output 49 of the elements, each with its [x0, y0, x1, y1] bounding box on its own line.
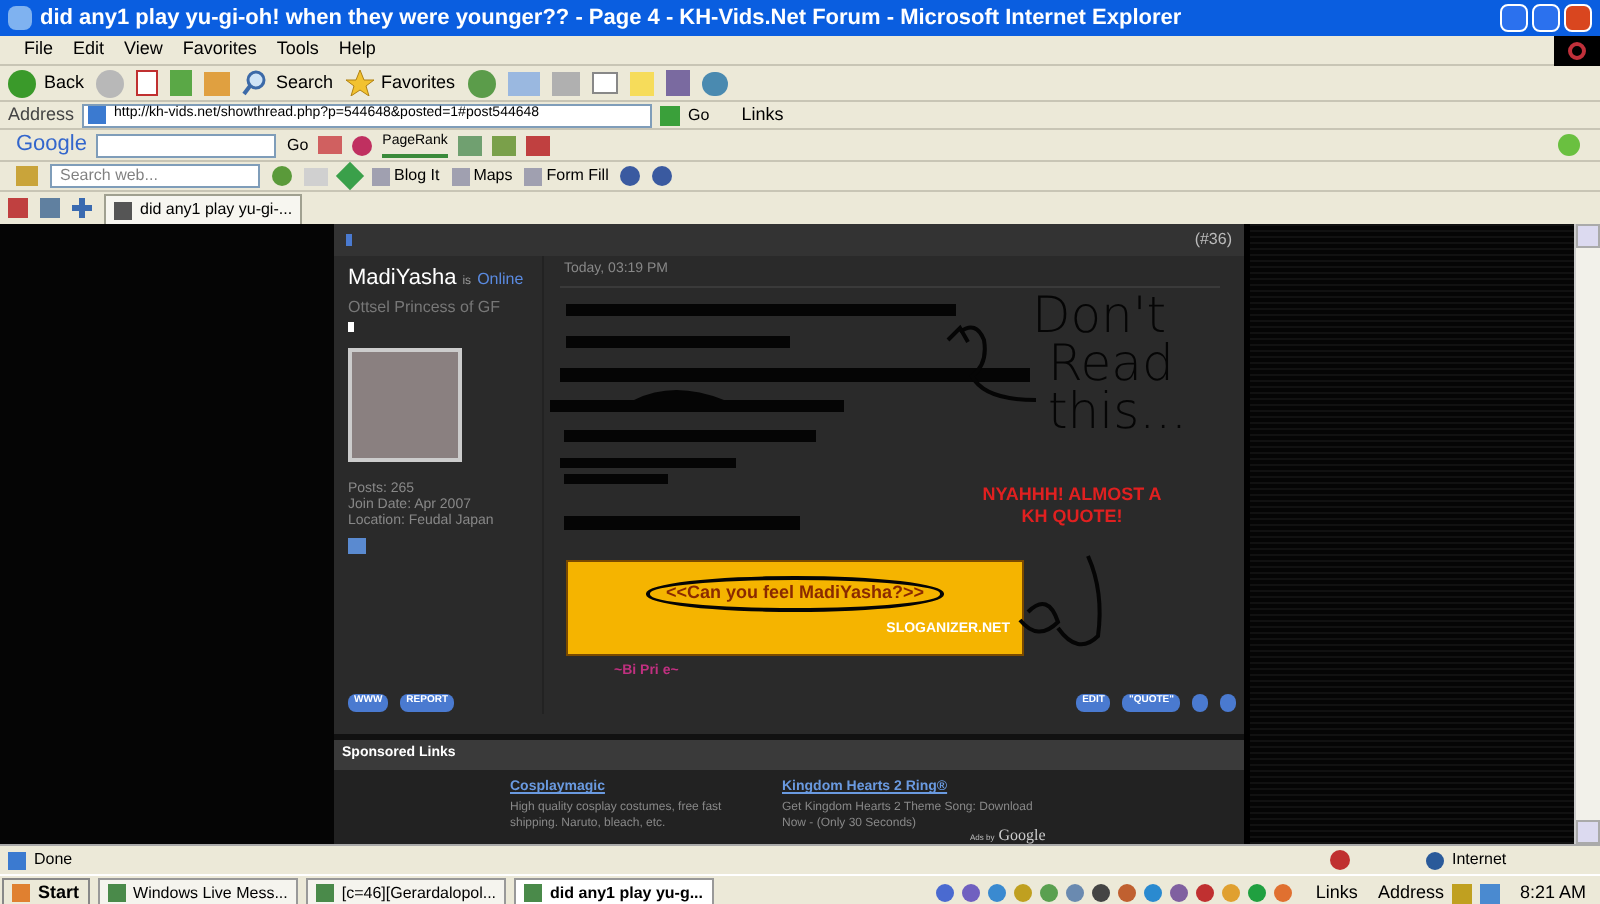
scroll-up-button[interactable] [1576, 224, 1600, 248]
security-zone: Internet [1452, 848, 1509, 872]
status-text: Done [34, 848, 73, 872]
new-tab-plus-icon[interactable] [72, 198, 92, 218]
throbber-logo [1554, 36, 1600, 66]
google-logo: Google [16, 130, 87, 161]
links-toolbar-label[interactable]: Links [1315, 879, 1358, 904]
scrollbar[interactable] [1574, 224, 1600, 844]
browser-tab[interactable]: did any1 play yu-gi-... [104, 194, 303, 224]
menu-item[interactable]: View [124, 36, 163, 64]
google-label: Google [998, 824, 1046, 848]
online-status: Online [477, 268, 524, 292]
clock: 8:21 AM [1517, 879, 1588, 904]
menu-item[interactable]: Help [338, 36, 376, 64]
toolbar-button[interactable]: Form Fill [524, 164, 609, 188]
back-button[interactable]: Back [8, 69, 85, 97]
toolbar-button[interactable]: Maps [451, 164, 513, 188]
banner-slogan: <<Can you feel MadiYasha?>> [645, 576, 945, 611]
menu-item[interactable]: Favorites [182, 36, 257, 64]
favorites-button[interactable]: Favorites [345, 69, 456, 97]
close-button[interactable] [1564, 4, 1592, 32]
user-title: Ottsel Princess of GF [348, 295, 501, 319]
window-title: did any1 play yu-gi-oh! when they were younger?? - Page 4 - KH-Vids.Net Forum - Microsoft Internet Explorer [40, 3, 1182, 34]
start-button[interactable]: Start [2, 878, 90, 904]
toolbar-button[interactable]: Blog It [372, 164, 440, 188]
rank-pip-icon [348, 321, 354, 331]
search-web-field[interactable]: Search web... [50, 164, 260, 188]
taskbar-button[interactable]: [c=46][Gerardalopol... [305, 878, 507, 904]
menu-item[interactable]: Tools [276, 36, 319, 64]
post-marker-icon [346, 234, 352, 246]
post-number[interactable]: (#36) [1194, 228, 1232, 252]
menu-item[interactable]: Edit [73, 36, 105, 64]
caption-text: NYAHHH! ALMOST A KH QUOTE! [980, 484, 1164, 528]
google-go-button[interactable]: Go [286, 133, 309, 157]
minimize-button[interactable] [1500, 4, 1528, 32]
go-button[interactable]: Go [660, 103, 710, 127]
username[interactable]: MadiYasha [348, 262, 457, 295]
star-icon [345, 70, 374, 96]
menu-item[interactable]: File [24, 36, 54, 64]
taskbar-button[interactable]: did any1 play yu-g... [514, 878, 713, 904]
search-button[interactable]: Search [242, 69, 334, 97]
address-toolbar-label[interactable]: Address [1377, 879, 1444, 904]
address-label: Address [8, 101, 75, 128]
google-search-field[interactable] [96, 133, 277, 157]
scroll-down-button[interactable] [1576, 820, 1600, 844]
restore-button[interactable] [1532, 4, 1560, 32]
taskbar-button[interactable]: Windows Live Mess... [97, 878, 298, 904]
avatar-photo-placeholder [348, 347, 462, 461]
links-button[interactable]: Links [741, 101, 784, 129]
